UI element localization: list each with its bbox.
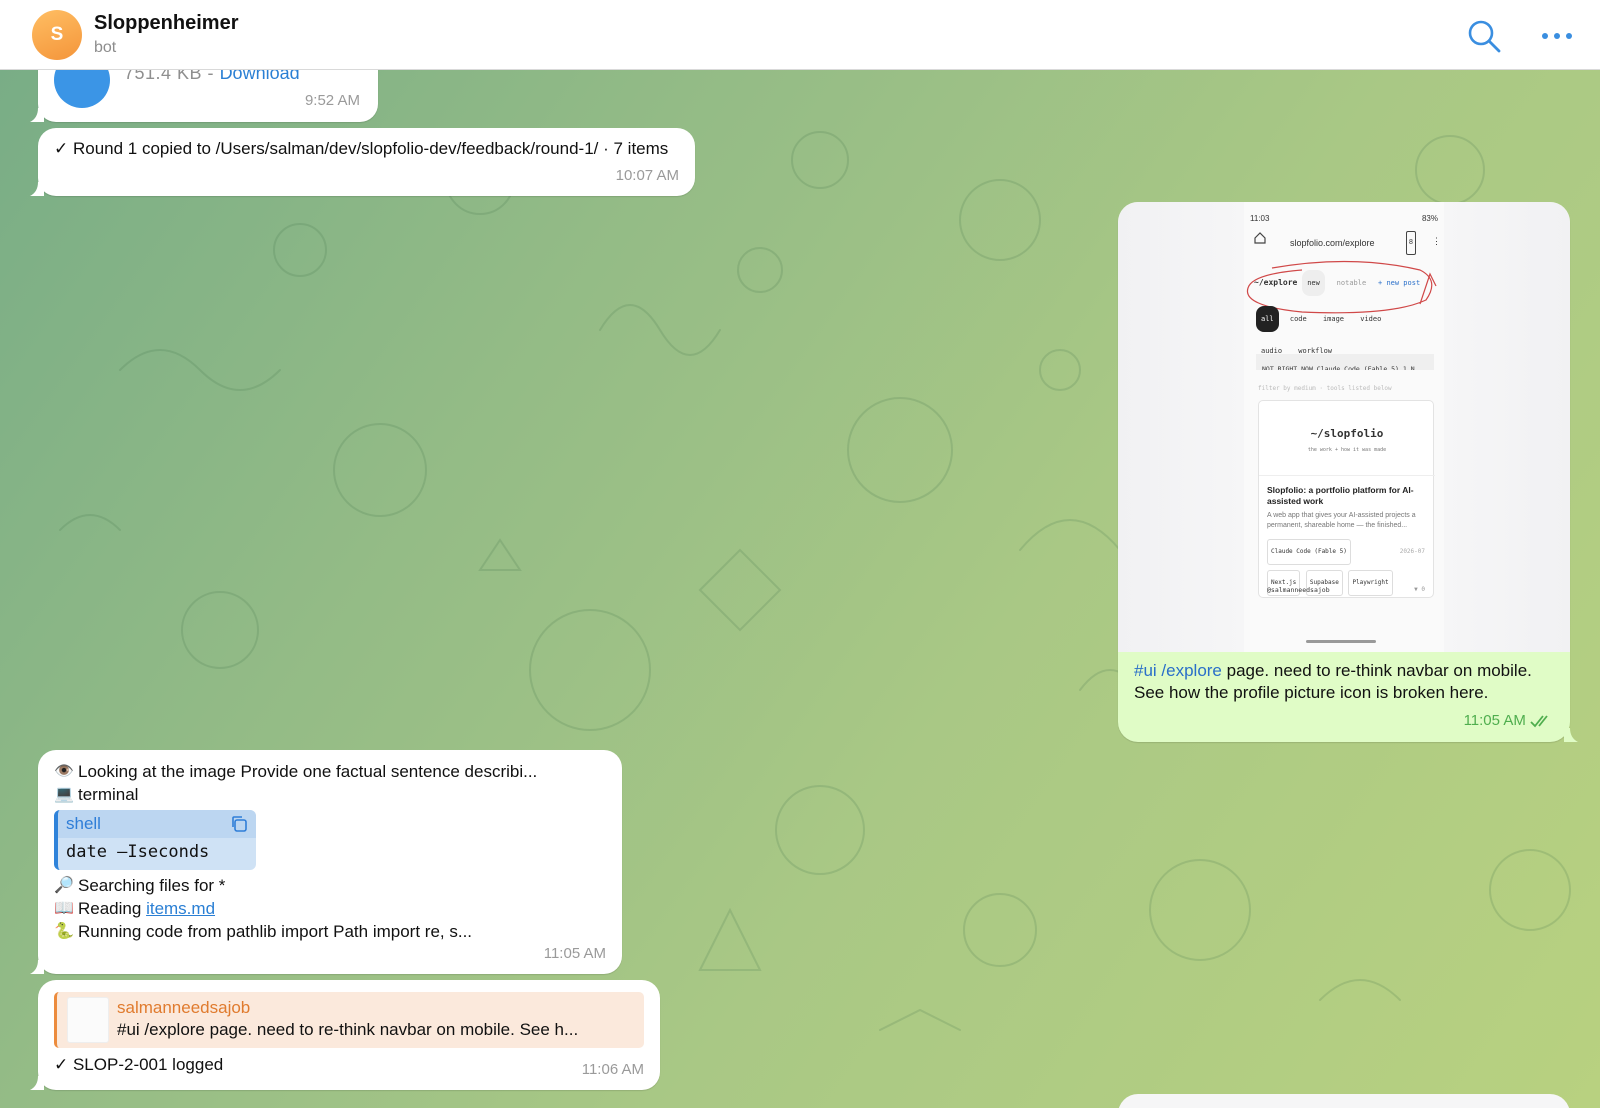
quote-text: #ui /explore page. need to re-think navb… [117, 1020, 579, 1039]
file-message[interactable]: 751.4 KB - Download 9:52 AM [30, 70, 378, 122]
caption-hashtag[interactable]: #ui /explore [1134, 661, 1222, 680]
avatar[interactable]: S [32, 10, 82, 60]
card-title: Slopfolio: a portfolio platform for AI-a… [1267, 485, 1414, 506]
card-user: @salmanneedsajob [1267, 586, 1330, 594]
image-message[interactable]: 11:03 83% slopfolio.com/explore 8 ⋮ ~/ex… [1118, 202, 1578, 742]
tool-line-text: Running code from pathlib import Path im… [78, 921, 473, 941]
message-time: 11:05 AM [1464, 710, 1552, 732]
home-icon [1254, 232, 1266, 244]
file-size: 751.4 KB - [124, 70, 220, 83]
eye-icon: 👁️ [54, 762, 74, 780]
card-logo-sub: the work + how it was made [1307, 447, 1387, 453]
search-icon[interactable] [1466, 18, 1502, 54]
phone-time: 11:03 [1250, 214, 1270, 223]
chat-status: bot [94, 39, 117, 56]
tool-line-text: Looking at the image Provide one factual… [78, 761, 538, 781]
phone-url: slopfolio.com/explore [1290, 238, 1375, 248]
quote-author: salmanneedsajob [117, 998, 251, 1017]
phone-menu-icon: ⋮ [1432, 236, 1441, 246]
tool-line-reading: 📖 Reading items.md [54, 897, 606, 920]
file-download-icon[interactable] [54, 70, 110, 108]
avatar-letter: S [50, 24, 64, 45]
phone-url-bar: slopfolio.com/explore 8 ⋮ [1248, 228, 1441, 255]
phone-home-indicator [1306, 640, 1376, 643]
card-votes: ▼ 0 [1414, 586, 1425, 593]
tool-line-terminal: 💻 terminal [54, 783, 606, 806]
read-check-icon [1530, 715, 1548, 728]
laptop-icon: 💻 [54, 785, 74, 803]
card-date: 2026-07 [1399, 548, 1425, 555]
bubble-tail [30, 960, 44, 974]
bubble-tail [30, 182, 44, 196]
card-description: A web app that gives your AI-assisted pr… [1267, 512, 1416, 529]
tool-line-text: Reading [78, 898, 142, 918]
phone-battery: 83% [1421, 214, 1438, 223]
phone-project-card: ~/slopfolio the work + how it was made S… [1258, 400, 1435, 598]
filter-image: image [1322, 315, 1345, 323]
code-block[interactable]: shell date –Iseconds [54, 810, 256, 870]
message-time: 10:07 AM [615, 167, 679, 184]
card-tag: Claude Code (Fable 5) [1267, 539, 1351, 565]
file-meta: 751.4 KB - Download [124, 70, 300, 84]
tool-line-text: Searching files for * [78, 875, 226, 895]
magnifier-icon: 🔎 [54, 876, 74, 894]
code-command: date –Iseconds [66, 842, 210, 862]
tool-output-message[interactable]: 👁️ Looking at the image Provide one factu… [30, 750, 622, 974]
card-tag: Playwright [1348, 570, 1393, 596]
phone-not-right-now: NOT RIGHT NOW Claude Code (Fable 5) 1 N [1256, 354, 1434, 370]
next-image-message[interactable] [1118, 1094, 1570, 1108]
phone-hint: filter by medium · tools listed below [1258, 385, 1392, 392]
image-caption: #ui /explore page. need to re-think navb… [1134, 660, 1554, 704]
chat-area[interactable]: 751.4 KB - Download 9:52 AM ✓ Round 1 co… [0, 70, 1600, 1108]
book-icon: 📖 [54, 899, 74, 917]
card-separator [1259, 475, 1435, 476]
code-language: shell [58, 810, 256, 838]
bubble-tail [30, 108, 44, 122]
phone-status-bar: 11:03 83% [1244, 202, 1444, 224]
message-text: ✓ SLOP-2-001 logged [54, 1055, 224, 1074]
message-time: 11:06 AM [581, 1061, 644, 1078]
round-copied-message[interactable]: ✓ Round 1 copied to /Users/salman/dev/sl… [30, 128, 695, 196]
message-time: 9:52 AM [304, 92, 360, 109]
phone-tab-count: 8 [1406, 231, 1416, 255]
filter-all: all [1256, 306, 1279, 332]
tool-line-looking: 👁️ Looking at the image Provide one factu… [54, 760, 606, 783]
tool-line-searching: 🔎 Searching files for * [54, 874, 606, 897]
message-time-text: 11:05 AM [1463, 712, 1526, 729]
more-options-icon[interactable] [1540, 22, 1574, 50]
snake-icon: 🐍 [54, 922, 74, 940]
filter-code: code [1289, 315, 1307, 323]
message-text: ✓ Round 1 copied to /Users/salman/dev/sl… [54, 139, 669, 158]
reply-message[interactable]: salmanneedsajob #ui /explore page. need … [30, 980, 660, 1090]
filter-video: video [1360, 315, 1382, 323]
tool-line-running: 🐍 Running code from pathlib import Path i… [54, 920, 606, 943]
bubble-tail [1564, 728, 1578, 742]
download-link[interactable]: Download [220, 70, 300, 83]
message-image[interactable]: 11:03 83% slopfolio.com/explore 8 ⋮ ~/ex… [1118, 202, 1570, 652]
items-md-link[interactable]: items.md [146, 898, 215, 920]
phone-screenshot: 11:03 83% slopfolio.com/explore 8 ⋮ ~/ex… [1244, 202, 1444, 652]
copy-icon[interactable] [230, 815, 248, 833]
quoted-message[interactable]: salmanneedsajob #ui /explore page. need … [54, 992, 644, 1048]
chat-title[interactable]: Sloppenheimer [94, 12, 238, 35]
message-time: 11:05 AM [543, 945, 606, 962]
bubble-tail [30, 1076, 44, 1090]
chat-header: S Sloppenheimer bot [0, 0, 1600, 70]
quote-thumbnail [67, 997, 109, 1043]
tool-line-text: terminal [78, 784, 139, 804]
